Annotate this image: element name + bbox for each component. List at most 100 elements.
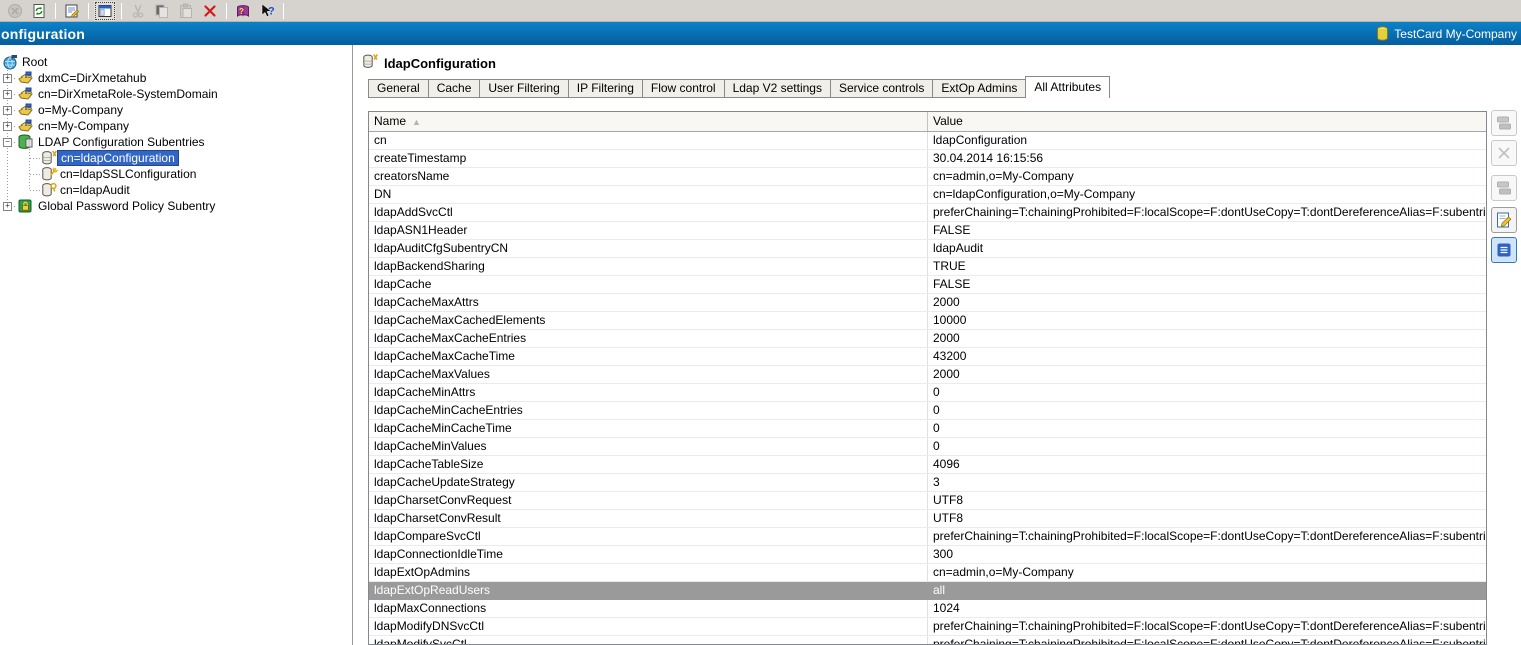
table-row[interactable]: ldapBackendSharingTRUE	[369, 258, 1486, 276]
table-row[interactable]: ldapCacheMaxCachedElements10000	[369, 312, 1486, 330]
table-row[interactable]: ldapModifyDNSvcCtlpreferChaining=T:chain…	[369, 618, 1486, 636]
tree-item-ldap-configuration-subentries[interactable]: − LDAP Configuration Subentries	[0, 134, 352, 150]
details-view-button[interactable]	[1491, 237, 1517, 263]
attribute-name-cell: ldapCacheMaxValues	[369, 366, 928, 383]
attribute-name-cell: ldapMaxConnections	[369, 600, 928, 617]
attribute-name-cell: ldapCacheTableSize	[369, 456, 928, 473]
connection-indicator: TestCard My-Company	[1376, 22, 1517, 45]
tree-item-label: LDAP Configuration Subentries	[35, 134, 208, 150]
table-row[interactable]: ldapAuditCfgSubentryCNldapAudit	[369, 240, 1486, 258]
tree-item-root[interactable]: Root	[0, 54, 352, 70]
tab-strip: GeneralCacheUser FilteringIP FilteringFl…	[368, 76, 1110, 98]
table-row[interactable]: ldapCharsetConvResultUTF8	[369, 510, 1486, 528]
tree-item-label: cn=ldapConfiguration	[57, 150, 179, 166]
table-row[interactable]: ldapCacheFALSE	[369, 276, 1486, 294]
tab-ldap-v2-settings[interactable]: Ldap V2 settings	[725, 79, 831, 98]
tab-user-filtering[interactable]: User Filtering	[480, 79, 568, 98]
table-row[interactable]: ldapModifySvcCtlpreferChaining=T:chainin…	[369, 636, 1486, 645]
disconnect-button	[4, 1, 26, 21]
tree-item-cn-ldapaudit[interactable]: cn=ldapAudit	[0, 182, 352, 198]
context-help-button[interactable]: ?	[256, 1, 278, 21]
attribute-name-cell: ldapCacheMinCacheTime	[369, 420, 928, 437]
paste-icon	[178, 3, 194, 19]
table-row[interactable]: ldapCacheUpdateStrategy3	[369, 474, 1486, 492]
tab-all-attributes[interactable]: All Attributes	[1025, 76, 1110, 98]
table-row[interactable]: ldapCharsetConvRequestUTF8	[369, 492, 1486, 510]
attribute-value-cell: preferChaining=T:chainingProhibited=F:lo…	[928, 528, 1486, 545]
tree-item-label: o=My-Company	[35, 102, 126, 118]
window-layout-icon	[97, 3, 113, 19]
edit-attribute-button[interactable]	[1491, 207, 1517, 233]
attribute-value-cell: 3	[928, 474, 1486, 491]
tree-item-o-my-company[interactable]: + o=My-Company	[0, 102, 352, 118]
tab-flow-control[interactable]: Flow control	[643, 79, 725, 98]
table-row[interactable]: ldapCompareSvcCtlpreferChaining=T:chaini…	[369, 528, 1486, 546]
table-row[interactable]: ldapCacheMinCacheEntries0	[369, 402, 1486, 420]
expander-plus-icon[interactable]: +	[3, 90, 12, 99]
database-yellow-icon	[1376, 26, 1389, 41]
window-title-bar: onfiguration TestCard My-Company	[0, 22, 1521, 45]
attribute-name-cell: ldapASN1Header	[369, 222, 928, 239]
expander-plus-icon[interactable]: +	[3, 74, 12, 83]
table-row[interactable]: ldapMaxConnections1024	[369, 600, 1486, 618]
properties-button[interactable]	[61, 1, 83, 21]
tree-item-cn-my-company[interactable]: +cn=My-Company	[0, 118, 352, 134]
column-header-value[interactable]: Value	[928, 112, 963, 131]
table-row[interactable]: ldapCacheMinCacheTime0	[369, 420, 1486, 438]
table-row[interactable]: ldapASN1HeaderFALSE	[369, 222, 1486, 240]
tab-general[interactable]: General	[368, 79, 429, 98]
attribute-name-cell: ldapAddSvcCtl	[369, 204, 928, 221]
attribute-name-cell: DN	[369, 186, 928, 203]
domain-icon	[17, 102, 34, 118]
cut-icon	[130, 3, 146, 19]
table-row[interactable]: ldapCacheTableSize4096	[369, 456, 1486, 474]
attribute-value-cell: cn=admin,o=My-Company	[928, 564, 1486, 581]
table-row[interactable]: ldapExtOpReadUsersall	[369, 582, 1486, 600]
window-layout-button[interactable]	[94, 1, 116, 21]
expander-plus-icon[interactable]: +	[3, 106, 12, 115]
help-book-button[interactable]: ?	[232, 1, 254, 21]
disconnect-icon	[7, 3, 23, 19]
db-green-icon	[17, 134, 34, 150]
expander-plus-icon[interactable]: +	[3, 122, 12, 131]
attribute-name-cell: ldapCacheMinValues	[369, 438, 928, 455]
tab-extop-admins[interactable]: ExtOp Admins	[933, 79, 1026, 98]
tree-item-global-password-policy-subentry[interactable]: +Global Password Policy Subentry	[0, 198, 352, 214]
expander-minus-icon[interactable]: −	[3, 138, 12, 147]
delete-button[interactable]	[199, 1, 221, 21]
attribute-value-cell: 0	[928, 402, 1486, 419]
tab-cache[interactable]: Cache	[429, 79, 481, 98]
attribute-name-cell: ldapConnectionIdleTime	[369, 546, 928, 563]
tree-item-cn-dirxmetarole-systemdomain[interactable]: +cn=DirXmetaRole-SystemDomain	[0, 86, 352, 102]
tree-item-cn-ldapsslconfiguration[interactable]: cn=ldapSSLConfiguration	[0, 166, 352, 182]
table-row[interactable]: ldapCacheMaxAttrs2000	[369, 294, 1486, 312]
table-row[interactable]: ldapExtOpAdminscn=admin,o=My-Company	[369, 564, 1486, 582]
table-row[interactable]: ldapConnectionIdleTime300	[369, 546, 1486, 564]
table-row[interactable]: createTimestamp30.04.2014 16:15:56	[369, 150, 1486, 168]
tab-ip-filtering[interactable]: IP Filtering	[569, 79, 643, 98]
table-row[interactable]: ldapCacheMaxCacheTime43200	[369, 348, 1486, 366]
table-body: cnldapConfigurationcreateTimestamp30.04.…	[369, 132, 1486, 645]
attribute-value-cell: UTF8	[928, 510, 1486, 527]
attribute-value-cell: FALSE	[928, 222, 1486, 239]
attribute-name-cell: ldapCompareSvcCtl	[369, 528, 928, 545]
table-row[interactable]: ldapCacheMinValues0	[369, 438, 1486, 456]
table-row[interactable]: ldapAddSvcCtlpreferChaining=T:chainingPr…	[369, 204, 1486, 222]
refresh-button[interactable]	[28, 1, 50, 21]
table-row[interactable]: ldapCacheMinAttrs0	[369, 384, 1486, 402]
domain-icon	[17, 86, 34, 102]
table-row[interactable]: ldapCacheMaxCacheEntries2000	[369, 330, 1486, 348]
attribute-name-cell: ldapCache	[369, 276, 928, 293]
attribute-name-cell: creatorsName	[369, 168, 928, 185]
attribute-action-buttons	[1491, 110, 1517, 263]
column-header-name[interactable]: Name▲	[369, 112, 928, 131]
expander-plus-icon[interactable]: +	[3, 202, 12, 211]
table-row[interactable]: DNcn=ldapConfiguration,o=My-Company	[369, 186, 1486, 204]
tree-item-cn-ldapconfiguration[interactable]: cn=ldapConfiguration	[0, 150, 352, 166]
tab-service-controls[interactable]: Service controls	[831, 79, 933, 98]
table-row[interactable]: ldapCacheMaxValues2000	[369, 366, 1486, 384]
attribute-value-cell: 2000	[928, 294, 1486, 311]
tree-item-dxmc-dirxmetahub[interactable]: +dxmC=DirXmetahub	[0, 70, 352, 86]
table-row[interactable]: creatorsNamecn=admin,o=My-Company	[369, 168, 1486, 186]
table-row[interactable]: cnldapConfiguration	[369, 132, 1486, 150]
